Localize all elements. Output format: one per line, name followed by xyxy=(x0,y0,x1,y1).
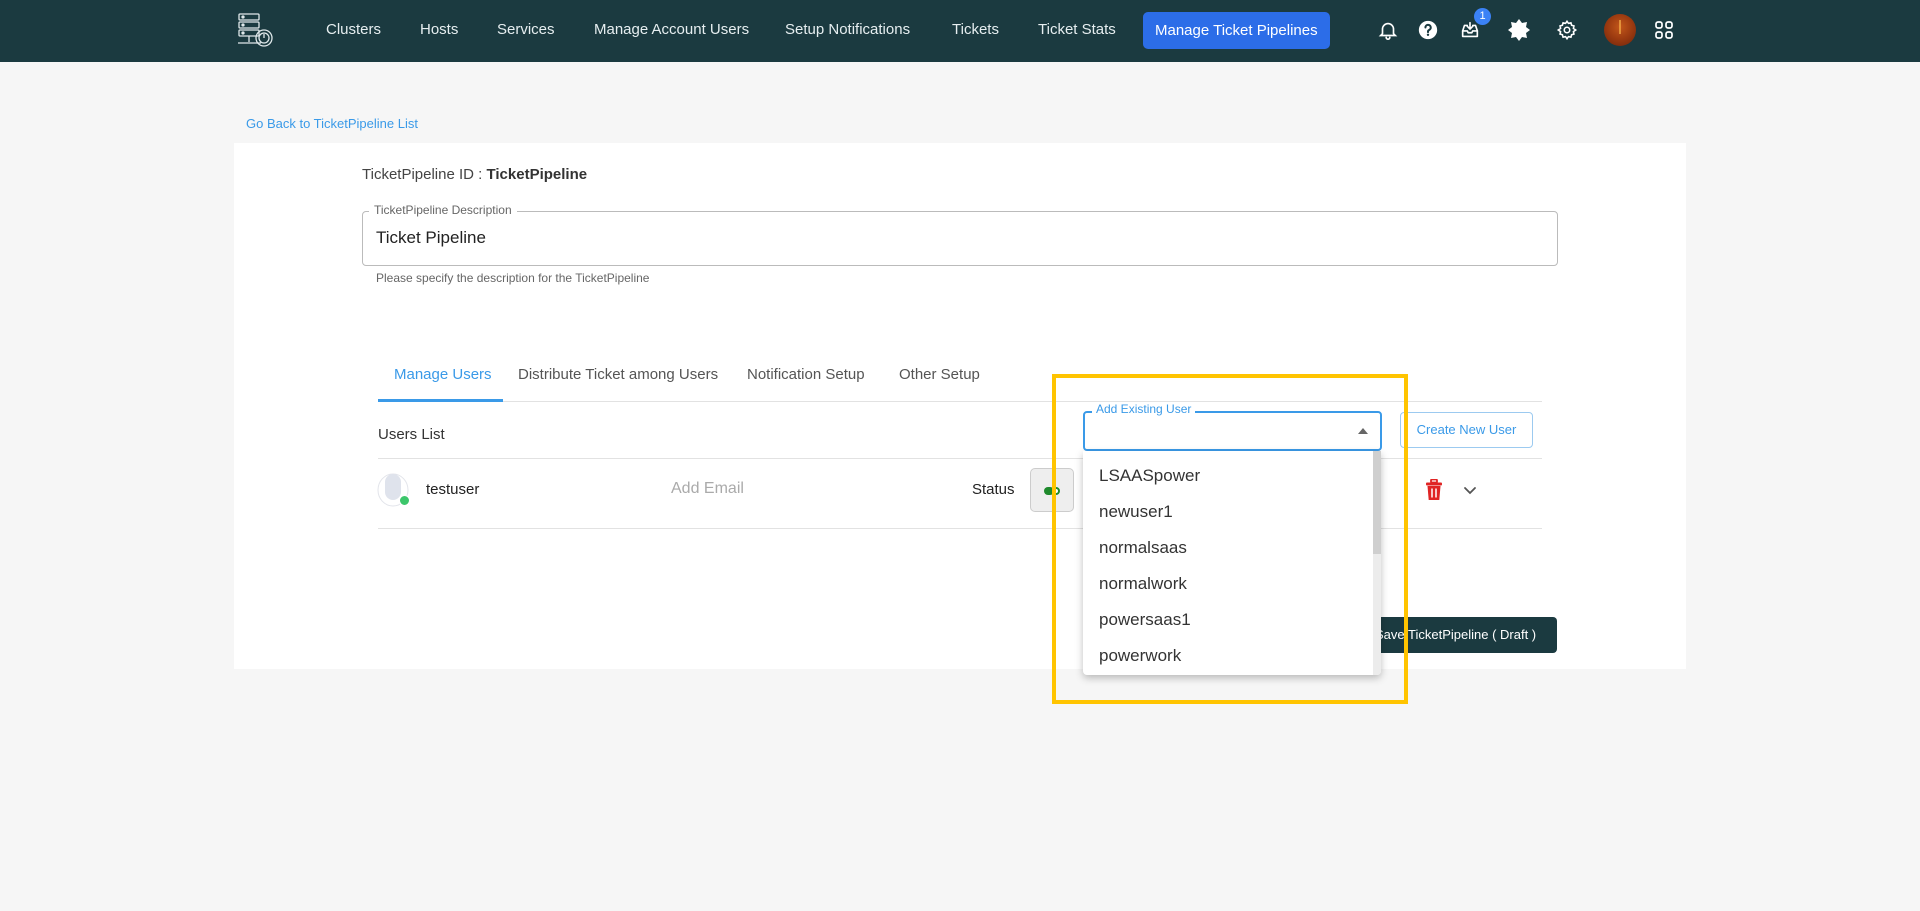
tab-notification-setup[interactable]: Notification Setup xyxy=(747,366,865,383)
dropdown-option[interactable]: powersaas1 xyxy=(1099,610,1191,630)
status-toggle[interactable] xyxy=(1030,468,1074,512)
nav-hosts[interactable]: Hosts xyxy=(420,0,458,62)
dropdown-option[interactable]: newuser1 xyxy=(1099,502,1173,522)
dropdown-scrollbar-thumb[interactable] xyxy=(1373,451,1381,554)
description-input[interactable] xyxy=(362,211,1558,266)
dropdown-option[interactable]: normalsaas xyxy=(1099,538,1187,558)
inbox-badge: 1 xyxy=(1474,8,1491,25)
pipeline-id-value: TicketPipeline xyxy=(486,166,588,183)
dropdown-option[interactable]: LSAASpower xyxy=(1099,466,1200,486)
caret-up-icon[interactable] xyxy=(1358,428,1368,434)
dropdown-scrollbar[interactable] xyxy=(1373,451,1381,675)
add-existing-user-select[interactable] xyxy=(1083,411,1382,451)
description-label: TicketPipeline Description xyxy=(369,203,517,217)
online-status-dot xyxy=(399,495,410,506)
description-help-text: Please specify the description for the T… xyxy=(376,271,650,285)
description-value[interactable]: Ticket Pipeline xyxy=(376,228,486,248)
nav-tickets[interactable]: Tickets xyxy=(952,0,999,62)
chevron-down-icon[interactable] xyxy=(1462,483,1478,497)
bell-icon[interactable] xyxy=(1375,17,1401,43)
save-draft-button[interactable]: Save TicketPipeline ( Draft ) xyxy=(1350,617,1557,653)
users-list-title: Users List xyxy=(378,426,445,443)
tab-manage-users[interactable]: Manage Users xyxy=(394,366,492,383)
dropdown-option[interactable]: normalwork xyxy=(1099,574,1187,594)
tabs-divider xyxy=(378,401,1542,402)
tab-other-setup[interactable]: Other Setup xyxy=(899,366,980,383)
nav-manage-ticket-pipelines[interactable]: Manage Ticket Pipelines xyxy=(1143,12,1330,49)
server-monitor-logo-icon[interactable] xyxy=(235,10,275,50)
user-options-dropdown: LSAASpower newuser1 normalsaas normalwor… xyxy=(1083,451,1381,675)
active-tab-indicator xyxy=(378,399,503,402)
settings-gear-icon[interactable] xyxy=(1554,17,1580,43)
apps-grid-icon[interactable] xyxy=(1651,17,1677,43)
nav-clusters[interactable]: Clusters xyxy=(326,0,381,62)
pipeline-id-label: TicketPipeline ID : xyxy=(362,166,487,183)
top-navbar: Clusters Hosts Services Manage Account U… xyxy=(0,0,1920,62)
back-to-list-link[interactable]: Go Back to TicketPipeline List xyxy=(246,116,418,131)
nav-setup-notifications[interactable]: Setup Notifications xyxy=(785,0,910,62)
add-email-field[interactable]: Add Email xyxy=(671,480,744,498)
add-existing-user-label: Add Existing User xyxy=(1092,402,1196,416)
theme-toggle-icon[interactable] xyxy=(1506,17,1532,43)
status-label: Status xyxy=(972,481,1015,498)
toggle-on-icon xyxy=(1044,487,1061,495)
tab-distribute-ticket[interactable]: Distribute Ticket among Users xyxy=(518,366,718,383)
create-new-user-button[interactable]: Create New User xyxy=(1400,412,1533,448)
nav-manage-account-users[interactable]: Manage Account Users xyxy=(594,0,749,62)
nav-services[interactable]: Services xyxy=(497,0,555,62)
delete-trash-icon[interactable] xyxy=(1425,479,1443,501)
user-name: testuser xyxy=(426,481,480,498)
nav-ticket-stats[interactable]: Ticket Stats xyxy=(1038,0,1116,62)
pipeline-id: TicketPipeline ID : TicketPipeline xyxy=(362,166,587,183)
help-icon[interactable] xyxy=(1415,17,1441,43)
dropdown-option[interactable]: powerwork xyxy=(1099,646,1181,666)
user-avatar[interactable] xyxy=(1604,14,1636,46)
